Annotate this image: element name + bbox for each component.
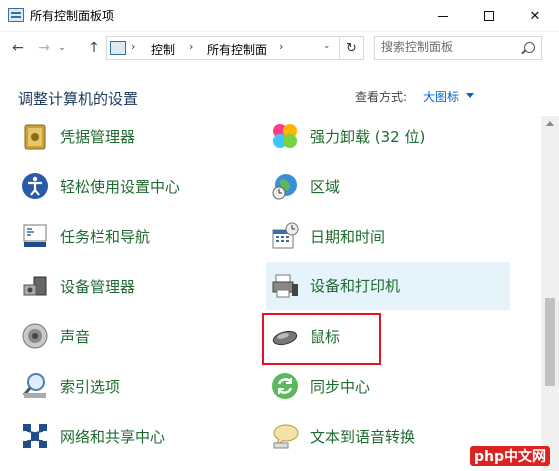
item-label: 日期和时间 [310, 228, 386, 246]
item-label: 任务栏和导航 [60, 228, 151, 246]
control-panel-icon [8, 8, 24, 22]
address-dropdown-icon[interactable]: ⌄ [323, 41, 335, 51]
breadcrumb-separator[interactable]: › [279, 40, 283, 53]
item-label: 网络和共享中心 [60, 428, 166, 446]
item-sync-center[interactable]: 同步中心 [264, 368, 510, 406]
breadcrumb-all-items[interactable]: 所有控制面 [207, 41, 267, 58]
speaker-icon [22, 323, 48, 349]
control-panel-icon [110, 41, 126, 55]
recent-locations-button[interactable]: ⌄ [56, 38, 68, 58]
item-uninstaller[interactable]: 强力卸载 (32 位) [264, 118, 510, 156]
item-region[interactable]: 区域 [264, 168, 510, 206]
item-ease-of-access[interactable]: 轻松使用设置中心 [14, 168, 254, 206]
minimize-button[interactable] [420, 0, 466, 32]
item-label: 凭据管理器 [60, 128, 136, 146]
breadcrumb-control-panel[interactable]: 控制 [151, 41, 175, 58]
highlight-box [262, 313, 381, 365]
address-bar[interactable]: › 控制 › 所有控制面 › ⌄ [106, 36, 340, 60]
search-box[interactable] [374, 36, 542, 60]
magnifier-icon [22, 373, 46, 398]
close-button[interactable]: ✕ [512, 0, 558, 32]
item-label: 索引选项 [60, 378, 121, 396]
back-arrow-icon: ← [12, 40, 24, 56]
network-icon [23, 424, 47, 448]
page-title: 调整计算机的设置 [18, 90, 139, 108]
window-title: 所有控制面板项 [30, 9, 115, 23]
search-input[interactable] [381, 40, 511, 54]
printer-icon [272, 274, 298, 298]
vault-icon [24, 124, 46, 150]
item-credential-manager[interactable]: 凭据管理器 [14, 118, 254, 156]
ease-of-access-icon [22, 173, 48, 199]
chevron-down-icon[interactable] [466, 93, 474, 98]
navigation-bar: ← → ⌄ ↑ › 控制 › 所有控制面 › ⌄ ↻ [0, 32, 559, 64]
up-arrow-icon: ↑ [88, 40, 100, 56]
colorful-clover-icon [273, 124, 297, 148]
refresh-button[interactable]: ↻ [340, 36, 364, 60]
view-by-label: 查看方式: [355, 90, 408, 104]
item-taskbar[interactable]: 任务栏和导航 [14, 218, 254, 256]
minimize-icon [438, 15, 448, 17]
globe-clock-icon [272, 174, 297, 200]
item-network-sharing[interactable]: 网络和共享中心 [14, 418, 254, 456]
taskbar-icon [23, 224, 47, 247]
search-icon[interactable] [524, 42, 535, 53]
item-label: 设备和打印机 [310, 277, 401, 295]
item-label: 声音 [60, 328, 91, 346]
maximize-button[interactable] [466, 0, 512, 32]
chevron-down-icon: ⌄ [58, 43, 66, 53]
breadcrumb-separator[interactable]: › [189, 40, 193, 53]
back-button[interactable]: ← [8, 38, 28, 58]
item-label: 文本到语音转换 [310, 428, 416, 446]
up-button[interactable]: ↑ [84, 38, 104, 58]
close-icon: ✕ [529, 8, 541, 24]
maximize-icon [484, 11, 494, 21]
forward-arrow-icon: → [38, 40, 50, 56]
item-sound[interactable]: 声音 [14, 318, 254, 356]
title-bar: 所有控制面板项 ✕ [0, 0, 559, 32]
item-label: 区域 [310, 178, 341, 196]
item-date-time[interactable]: 日期和时间 [264, 218, 510, 256]
item-device-manager[interactable]: 设备管理器 [14, 268, 254, 306]
vertical-scrollbar[interactable] [541, 116, 559, 471]
forward-button[interactable]: → [34, 38, 54, 58]
item-label: 轻松使用设置中心 [60, 178, 181, 196]
scroll-up-arrow-icon[interactable] [546, 121, 554, 126]
item-indexing[interactable]: 索引选项 [14, 368, 254, 406]
refresh-icon: ↻ [346, 40, 357, 56]
item-devices-printers[interactable]: 设备和打印机 [266, 262, 510, 310]
sync-icon [272, 373, 298, 399]
view-by-dropdown[interactable]: 大图标 [423, 88, 459, 105]
scroll-thumb[interactable] [545, 298, 555, 386]
speech-bubble-icon [273, 424, 299, 449]
breadcrumb-separator[interactable]: › [131, 40, 135, 53]
item-label: 强力卸载 (32 位) [310, 128, 426, 146]
calendar-clock-icon [272, 222, 299, 249]
watermark-logo: php中文网 [470, 446, 551, 466]
device-manager-icon [23, 276, 47, 296]
item-label: 设备管理器 [60, 278, 136, 296]
item-label: 同步中心 [310, 378, 371, 396]
